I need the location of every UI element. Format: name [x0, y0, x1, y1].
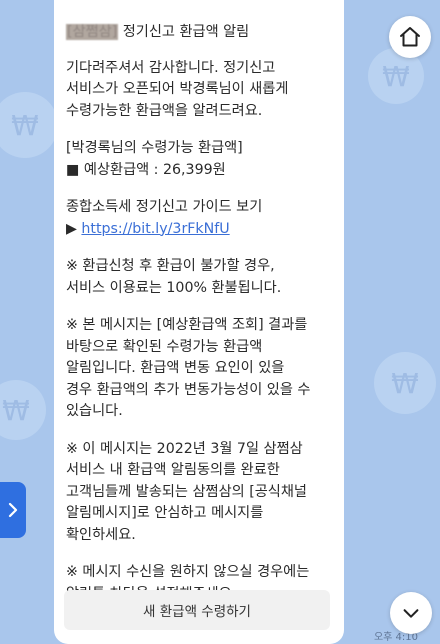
notice-estimate-paragraph: ※ 본 메시지는 [예상환급액 조회] 결과를 바탕으로 확인된 수령가능 환급… — [66, 315, 330, 423]
message-card: [삼쩜삼] 정기신고 환급액 알림 기다려주셔서 감사합니다. 정기신고 서비스… — [54, 0, 344, 644]
text-line: 바탕으로 확인된 수령가능 환급액 — [66, 338, 263, 355]
side-drawer-tab[interactable] — [0, 482, 26, 538]
guide-title: 종합소득세 정기신고 가이드 보기 — [66, 199, 263, 215]
home-icon — [400, 27, 420, 47]
receive-refund-button[interactable]: 새 환급액 수령하기 — [64, 590, 330, 630]
text-line: 서비스 이용료는 100% 환불됩니다. — [66, 279, 282, 296]
message-title: [삼쩜삼] 정기신고 환급액 알림 — [66, 22, 330, 44]
refund-paragraph: [박경록님의 수령가능 환급액] ■ 예상환급액 : 26,399원 — [66, 138, 330, 181]
text-line: 확인하세요. — [66, 526, 136, 543]
text-line: ※ 본 메시지는 [예상환급액 조회] 결과를 — [66, 317, 308, 333]
refund-heading: [박경록님의 수령가능 환급액] — [66, 140, 243, 156]
text-line: 서비스 내 환급액 알림동의를 완료한 — [66, 462, 280, 478]
home-button[interactable] — [389, 16, 431, 58]
background-coin-icon: ₩ — [0, 92, 58, 158]
message-title-text: 정기신고 환급액 알림 — [118, 24, 250, 40]
text-line: 기다려주셔서 감사합니다. 정기신고 — [66, 59, 276, 76]
play-arrow-icon: ▶ — [66, 220, 82, 237]
background-coin-icon: ₩ — [0, 380, 46, 440]
chevron-right-icon — [8, 502, 18, 518]
guide-link-line: ▶ https://bit.ly/3rFkNfU — [66, 219, 330, 241]
text-line: 경우 환급액의 추가 변동가능성이 있을 수 — [66, 381, 311, 398]
text-line: ※ 환급신청 후 환급이 불가할 경우, — [66, 258, 275, 274]
text-line: 알림메시지]로 안심하고 메시지를 — [66, 505, 264, 521]
guide-paragraph: 종합소득세 정기신고 가이드 보기 ▶ https://bit.ly/3rFkN… — [66, 197, 330, 240]
guide-link[interactable]: https://bit.ly/3rFkNfU — [81, 221, 229, 237]
text-line: 수령가능한 환급액을 알려드려요. — [66, 102, 263, 119]
notice-consent-paragraph: ※ 이 메시지는 2022년 3월 7일 삼쩜삼 서비스 내 환급액 알림동의를… — [66, 439, 330, 547]
background-coin-icon: ₩ — [374, 352, 436, 414]
sender-name: [삼쩜삼] — [66, 24, 119, 40]
greeting-paragraph: 기다려주셔서 감사합니다. 정기신고 서비스가 오픈되어 박경록님이 새롭게 수… — [66, 58, 330, 123]
text-line: 알림입니다. 환급액 변동 요인이 있을 — [66, 360, 285, 376]
text-line: ※ 이 메시지는 2022년 3월 7일 삼쩜삼 — [66, 440, 303, 457]
scroll-down-button[interactable] — [390, 592, 432, 634]
text-line: 고객님들께 발송되는 삼쩜삼의 [공식채널 — [66, 483, 307, 500]
text-line: 서비스가 오픈되어 박경록님이 새롭게 — [66, 81, 289, 97]
notice-refund-paragraph: ※ 환급신청 후 환급이 불가할 경우, 서비스 이용료는 100% 환불됩니다… — [66, 256, 330, 299]
chevron-down-icon — [403, 609, 419, 618]
text-line: 있습니다. — [66, 403, 123, 419]
text-line: ※ 메시지 수신을 원하지 않으실 경우에는 — [66, 564, 310, 580]
refund-amount: ■ 예상환급액 : 26,399원 — [66, 161, 226, 178]
